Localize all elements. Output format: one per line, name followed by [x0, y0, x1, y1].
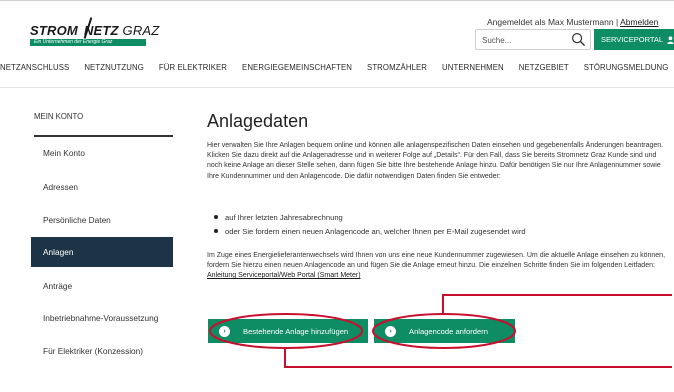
- serviceportal-button[interactable]: SERVICEPORTAL: [594, 29, 674, 50]
- bullet-dot: [214, 229, 218, 233]
- sidebar-item-mein-konto[interactable]: Mein Konto: [31, 138, 173, 168]
- list-item-text: oder Sie fordern einen neuen Anlagencode…: [225, 226, 526, 236]
- sidebar-item-anlagen[interactable]: Anlagen: [31, 237, 173, 267]
- sidebar-divider: [34, 135, 173, 137]
- list-item: oder Sie fordern einen neuen Anlagencode…: [214, 224, 526, 238]
- request-code-button[interactable]: › Anlagencode anfordern: [374, 319, 515, 343]
- logo-wordmark: STROM NETZ GRAZ: [30, 23, 160, 38]
- info-paragraph: Im Zuge eines Energielieferantenwechsels…: [207, 251, 672, 282]
- nav-item-fuer-elektriker[interactable]: FÜR ELEKTRIKER: [159, 63, 227, 77]
- annotation-line-add: [284, 349, 672, 368]
- add-existing-plant-label: Bestehende Anlage hinzufügen: [243, 326, 349, 336]
- nav-item-netznutzung[interactable]: NETZNUTZUNG: [84, 63, 144, 77]
- page-title: Anlagedaten: [207, 111, 309, 131]
- nav-item-stoerungsmeldung[interactable]: STÖRUNGSMELDUNG: [584, 63, 669, 77]
- intro-paragraph: Hier verwalten Sie Ihre Anlagen bequem o…: [207, 142, 664, 180]
- logo[interactable]: STROM NETZ GRAZ Ein Unternehmen der Energ…: [30, 17, 159, 57]
- nav-item-netzgebiet[interactable]: NETZGEBIET: [519, 63, 569, 77]
- annotation-line-request: [442, 294, 672, 313]
- nav-item-stromzaehler[interactable]: STROMZÄHLER: [367, 63, 427, 77]
- nav-item-netzanschluss[interactable]: NETZANSCHLUSS: [0, 63, 69, 77]
- sidebar-item-inbetriebnahme[interactable]: Inbetriebnahme-Voraussetzung: [31, 303, 173, 333]
- chevron-right-icon: ›: [385, 325, 396, 337]
- guide-link[interactable]: Anleitung Serviceportal/Web Portal (Smar…: [207, 272, 361, 279]
- sidebar-item-adressen[interactable]: Adressen: [31, 172, 173, 202]
- info-paragraph-text: Im Zuge eines Energielieferantenwechsels…: [207, 252, 666, 270]
- logout-link[interactable]: Abmelden: [620, 17, 658, 27]
- options-list: auf Ihrer letzten Jahresabrechnung oder …: [214, 210, 526, 238]
- search-icon[interactable]: [571, 32, 586, 47]
- nav-item-energiegemeinschaften[interactable]: ENERGIEGEMEINSCHAFTEN: [242, 63, 352, 77]
- main-nav: NETZANSCHLUSS NETZNUTZUNG FÜR ELEKTRIKER…: [0, 63, 674, 77]
- logged-in-text: Angemeldet als Max Mustermann |: [487, 17, 621, 27]
- chevron-right-icon: ›: [219, 325, 230, 337]
- sidebar-item-antraege[interactable]: Anträge: [31, 271, 173, 301]
- page-frame: STROM NETZ GRAZ Ein Unternehmen der Energ…: [0, 0, 674, 392]
- logo-tagline: Ein Unternehmen der Energie Graz: [34, 39, 113, 45]
- list-item: auf Ihrer letzten Jahresabrechnung: [214, 210, 526, 224]
- add-existing-plant-button[interactable]: › Bestehende Anlage hinzufügen: [208, 319, 368, 343]
- serviceportal-label: SERVICEPORTAL: [601, 35, 664, 44]
- nav-divider: [0, 87, 674, 88]
- sidebar-item-persoenliche-daten[interactable]: Persönliche Daten: [31, 205, 173, 235]
- user-icon: [667, 35, 674, 44]
- bullet-dot: [214, 215, 218, 219]
- request-code-label: Anlagencode anfordern: [409, 326, 488, 336]
- nav-item-unternehmen[interactable]: UNTERNEHMEN: [442, 63, 504, 77]
- search-input[interactable]: [476, 31, 570, 50]
- search-box: [475, 29, 591, 50]
- list-item-text: auf Ihrer letzten Jahresabrechnung: [225, 212, 343, 222]
- sidebar-item-fuer-elektriker[interactable]: Für Elektriker (Konzession): [31, 336, 173, 366]
- sidebar-title: MEIN KONTO: [34, 112, 84, 121]
- logged-in-status: Angemeldet als Max Mustermann | Abmelden: [487, 17, 658, 27]
